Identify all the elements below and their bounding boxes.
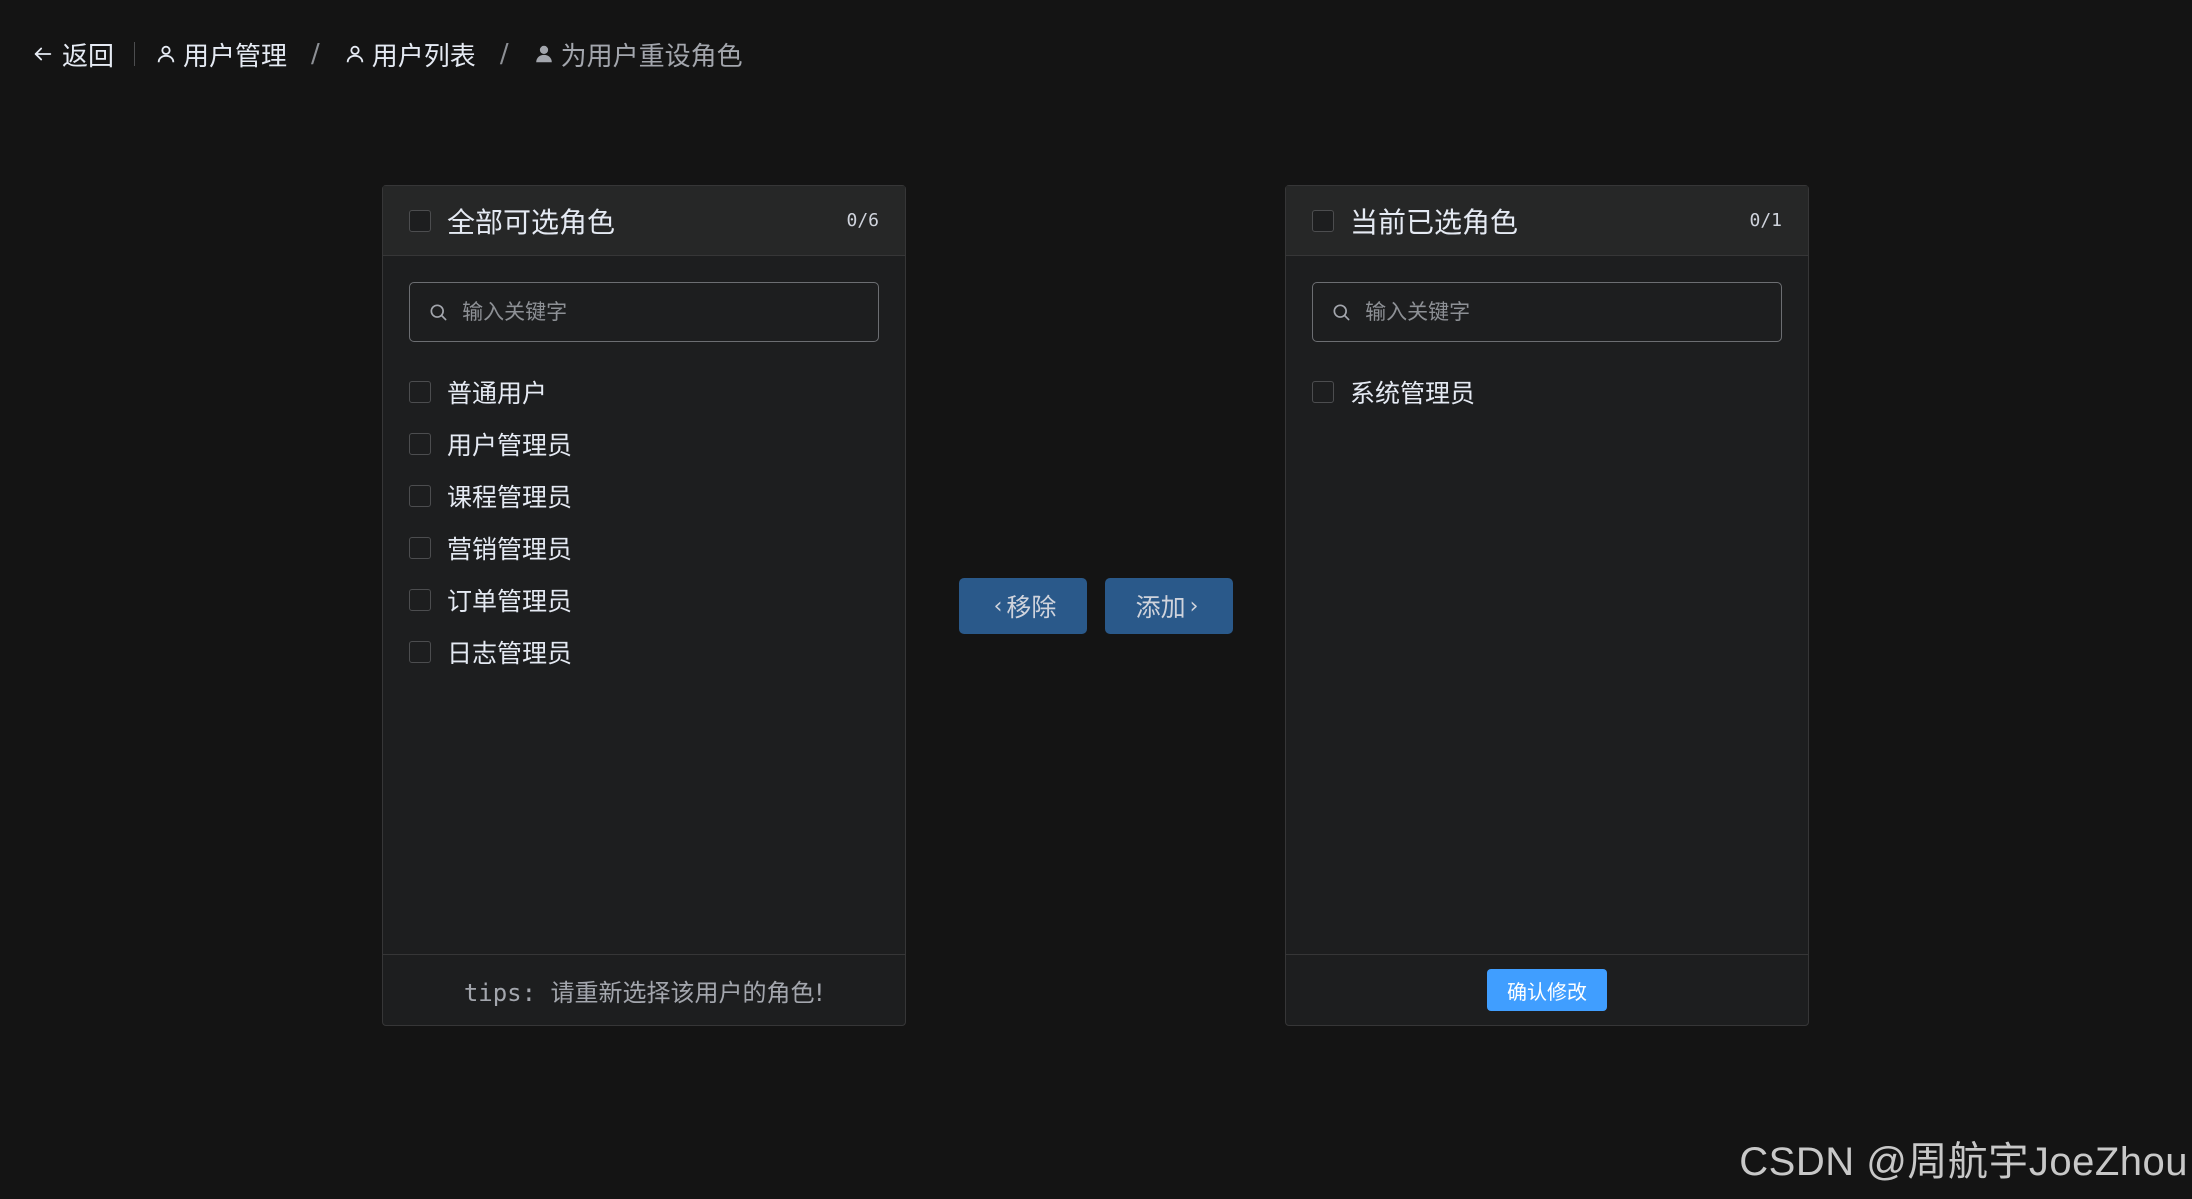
- panel-footer: tips: 请重新选择该用户的角色!: [383, 954, 905, 1025]
- selection-count: 0/1: [1749, 210, 1782, 231]
- confirm-button[interactable]: 确认修改: [1487, 969, 1607, 1011]
- chevron-left-icon: ‹: [993, 593, 1003, 619]
- search-input[interactable]: [1363, 299, 1763, 325]
- breadcrumb-item-user-list[interactable]: 用户列表: [344, 36, 476, 73]
- user-icon: [346, 45, 364, 63]
- breadcrumb-label: 为用户重设角色: [560, 41, 743, 72]
- breadcrumb-label: 用户列表: [371, 41, 476, 72]
- breadcrumb-label: 用户管理: [183, 41, 288, 72]
- page: 返回 用户管理 / 用户列表 / 为用户重设角色 全部可选角色 0/6 输入关键…: [0, 0, 2192, 1199]
- role-list: 系统管理员: [1286, 366, 1808, 418]
- item-label: 用户管理员: [447, 431, 573, 460]
- item-checkbox[interactable]: [409, 381, 431, 403]
- list-item[interactable]: 订单管理员: [409, 574, 879, 626]
- item-checkbox[interactable]: [409, 641, 431, 663]
- add-button[interactable]: 添加 ›: [1105, 578, 1233, 634]
- back-label: 返回: [62, 41, 115, 72]
- list-item[interactable]: 日志管理员: [409, 626, 879, 678]
- selection-count: 0/6: [846, 210, 879, 231]
- search-box: [1312, 282, 1782, 342]
- list-item[interactable]: 普通用户: [409, 366, 879, 418]
- item-label: 日志管理员: [447, 639, 573, 668]
- breadcrumb-item-reset-role: 为用户重设角色: [533, 36, 743, 73]
- item-label: 普通用户: [447, 379, 548, 408]
- page-header: 返回 用户管理 / 用户列表 / 为用户重设角色: [32, 34, 743, 74]
- tips-text: tips: 请重新选择该用户的角色!: [464, 973, 824, 1008]
- tips-message: 请重新选择该用户的角色!: [550, 978, 825, 1007]
- item-label: 课程管理员: [447, 483, 573, 512]
- item-checkbox[interactable]: [409, 433, 431, 455]
- select-all-checkbox[interactable]: [1312, 209, 1334, 232]
- chevron-right-icon: ›: [1189, 593, 1199, 619]
- user-filled-icon: [535, 45, 552, 63]
- available-roles-panel: 全部可选角色 0/6 普通用户 用户管理员 课程管理员: [382, 185, 906, 1026]
- search-icon: [430, 304, 447, 321]
- role-list: 普通用户 用户管理员 课程管理员 营销管理员 订单管理员 日志管理员: [383, 366, 905, 678]
- list-item[interactable]: 课程管理员: [409, 470, 879, 522]
- back-button[interactable]: 返回: [32, 36, 114, 73]
- panel-footer: 确认修改: [1286, 954, 1808, 1025]
- list-item[interactable]: 系统管理员: [1312, 366, 1782, 418]
- search-box: [409, 282, 879, 342]
- item-checkbox[interactable]: [409, 589, 431, 611]
- panel-title: 全部可选角色: [447, 205, 616, 239]
- add-label: 添加: [1135, 593, 1186, 622]
- select-all-checkbox[interactable]: [409, 209, 431, 232]
- item-checkbox[interactable]: [409, 485, 431, 507]
- breadcrumb-item-user-management[interactable]: 用户管理: [155, 36, 287, 73]
- item-checkbox[interactable]: [409, 537, 431, 559]
- item-label: 系统管理员: [1350, 379, 1476, 408]
- watermark: CSDN @周航宇JoeZhou: [1739, 1140, 2188, 1184]
- panel-header: 全部可选角色 0/6: [383, 186, 905, 256]
- remove-label: 移除: [1006, 593, 1057, 622]
- panel-header: 当前已选角色 0/1: [1286, 186, 1808, 256]
- search-icon: [1333, 304, 1350, 321]
- list-item[interactable]: 用户管理员: [409, 418, 879, 470]
- panel-title: 当前已选角色: [1350, 205, 1519, 239]
- header-divider: [134, 42, 136, 66]
- user-icon: [157, 45, 175, 63]
- arrow-left-icon: [34, 47, 52, 61]
- item-label: 营销管理员: [447, 535, 573, 564]
- selected-roles-panel: 当前已选角色 0/1 系统管理员 确认修改: [1285, 185, 1809, 1026]
- item-checkbox[interactable]: [1312, 381, 1334, 403]
- tips-prefix: tips:: [463, 978, 551, 1007]
- list-item[interactable]: 营销管理员: [409, 522, 879, 574]
- remove-button[interactable]: ‹ 移除: [959, 578, 1087, 634]
- item-label: 订单管理员: [447, 587, 573, 616]
- breadcrumb-separator: /: [311, 39, 320, 69]
- search-input[interactable]: [460, 299, 860, 325]
- breadcrumb-separator: /: [499, 39, 509, 69]
